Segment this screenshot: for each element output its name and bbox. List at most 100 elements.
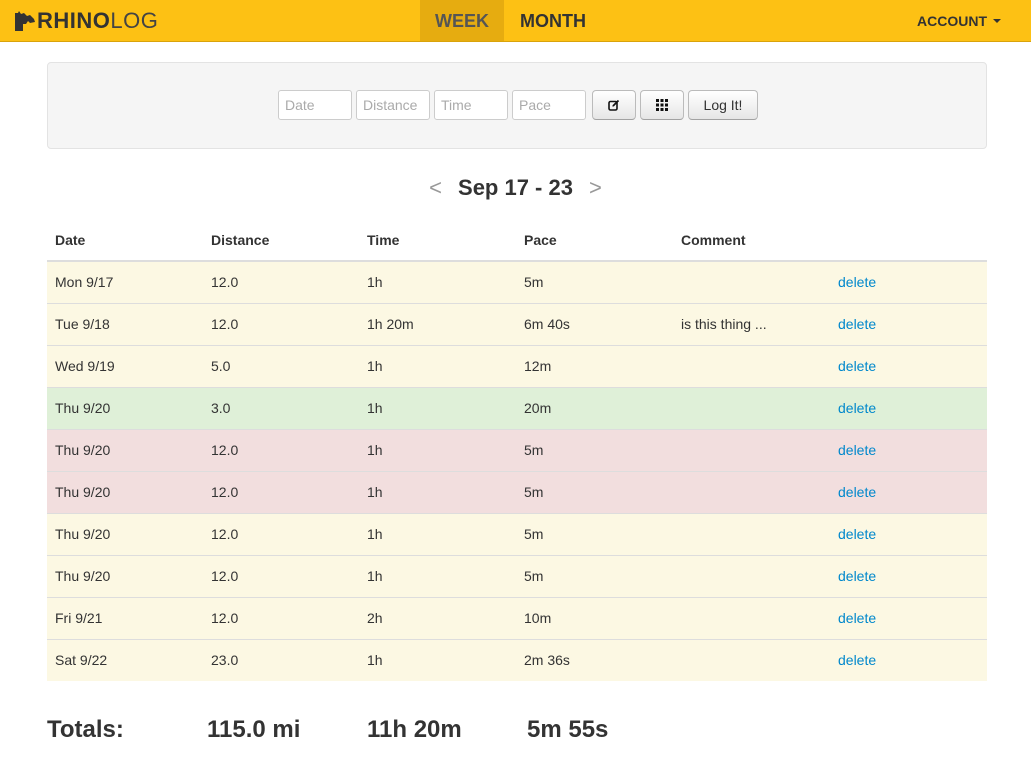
cell-pace: 20m — [516, 386, 673, 429]
cell-action: delete — [830, 302, 987, 345]
delete-link[interactable]: delete — [838, 316, 876, 332]
cell-action: delete — [830, 596, 987, 639]
delete-link[interactable]: delete — [838, 400, 876, 416]
table-row: Thu 9/20 12.0 1h 5m delete — [47, 554, 987, 597]
table-row: Wed 9/19 5.0 1h 12m delete — [47, 344, 987, 387]
tab-month[interactable]: MONTH — [504, 0, 602, 41]
cell-action: delete — [830, 428, 987, 471]
cell-action: delete — [830, 386, 987, 429]
tab-week[interactable]: WEEK — [420, 0, 504, 41]
cell-pace: 5m — [516, 554, 673, 597]
log-entry-well: Log It! — [47, 62, 987, 149]
header-comment: Comment — [673, 219, 830, 262]
total-time: 11h 20m — [367, 716, 462, 743]
grid-icon — [656, 99, 668, 111]
cell-action: delete — [830, 512, 987, 555]
cell-distance: 23.0 — [203, 638, 359, 681]
cell-pace: 2m 36s — [516, 638, 673, 681]
cell-date: Thu 9/20 — [47, 428, 203, 471]
cell-pace: 10m — [516, 596, 673, 639]
week-range-title: Sep 17 - 23 — [458, 175, 573, 200]
time-input[interactable] — [434, 90, 508, 120]
cell-date: Wed 9/19 — [47, 344, 203, 387]
edit-icon — [608, 99, 620, 111]
delete-link[interactable]: delete — [838, 484, 876, 500]
cell-comment — [673, 512, 830, 555]
cell-comment — [673, 638, 830, 681]
totals-row: Totals: 115.0 mi 11h 20m 5m 55s — [47, 712, 987, 752]
cell-comment — [673, 386, 830, 429]
cell-pace: 5m — [516, 512, 673, 555]
cell-action: delete — [830, 344, 987, 387]
cell-time: 1h — [359, 470, 516, 513]
date-input[interactable] — [278, 90, 352, 120]
run-log-table: Date Distance Time Pace Comment Mon 9/17… — [47, 219, 987, 681]
cell-comment — [673, 470, 830, 513]
cell-time: 1h — [359, 638, 516, 681]
header-distance: Distance — [203, 219, 359, 262]
top-navbar: RHINO LOG WEEK MONTH ACCOUNT — [0, 0, 1031, 42]
cell-comment: is this thing ... — [673, 302, 830, 345]
cell-pace: 5m — [516, 470, 673, 513]
next-week-button[interactable]: > — [577, 175, 614, 200]
cell-comment — [673, 344, 830, 387]
total-distance: 115.0 mi — [207, 716, 301, 743]
brand-name-light: LOG — [110, 8, 159, 33]
rhino-icon — [15, 11, 35, 31]
cell-pace: 12m — [516, 344, 673, 387]
delete-link[interactable]: delete — [838, 568, 876, 584]
cell-action: delete — [830, 470, 987, 513]
previous-week-button[interactable]: < — [417, 175, 454, 200]
calendar-grid-button[interactable] — [640, 90, 684, 120]
cell-time: 1h — [359, 386, 516, 429]
cell-pace: 5m — [516, 428, 673, 471]
account-label: ACCOUNT — [917, 13, 987, 29]
table-row: Fri 9/21 12.0 2h 10m delete — [47, 596, 987, 639]
comment-button[interactable] — [592, 90, 636, 120]
table-row: Thu 9/20 12.0 1h 5m delete — [47, 512, 987, 555]
cell-time: 2h — [359, 596, 516, 639]
delete-link[interactable]: delete — [838, 610, 876, 626]
cell-date: Thu 9/20 — [47, 470, 203, 513]
account-dropdown[interactable]: ACCOUNT — [917, 0, 1001, 41]
delete-link[interactable]: delete — [838, 652, 876, 668]
cell-date: Thu 9/20 — [47, 386, 203, 429]
table-header-row: Date Distance Time Pace Comment — [47, 219, 987, 262]
table-row: Thu 9/20 3.0 1h 20m delete — [47, 386, 987, 429]
cell-distance: 12.0 — [203, 512, 359, 555]
cell-time: 1h — [359, 260, 516, 303]
cell-action: delete — [830, 554, 987, 597]
delete-link[interactable]: delete — [838, 526, 876, 542]
cell-comment — [673, 554, 830, 597]
cell-time: 1h — [359, 554, 516, 597]
cell-action: delete — [830, 638, 987, 681]
caret-down-icon — [993, 19, 1001, 24]
log-entry-form: Log It! — [278, 90, 760, 120]
total-pace: 5m 55s — [527, 716, 609, 743]
cell-time: 1h 20m — [359, 302, 516, 345]
cell-date: Thu 9/20 — [47, 554, 203, 597]
cell-distance: 5.0 — [203, 344, 359, 387]
cell-distance: 12.0 — [203, 596, 359, 639]
cell-distance: 12.0 — [203, 302, 359, 345]
cell-time: 1h — [359, 428, 516, 471]
cell-comment — [673, 596, 830, 639]
table-row: Sat 9/22 23.0 1h 2m 36s delete — [47, 638, 987, 681]
delete-link[interactable]: delete — [838, 274, 876, 290]
delete-link[interactable]: delete — [838, 358, 876, 374]
delete-link[interactable]: delete — [838, 442, 876, 458]
cell-pace: 6m 40s — [516, 302, 673, 345]
cell-pace: 5m — [516, 260, 673, 303]
cell-distance: 3.0 — [203, 386, 359, 429]
distance-input[interactable] — [356, 90, 430, 120]
cell-date: Sat 9/22 — [47, 638, 203, 681]
cell-comment — [673, 260, 830, 303]
pace-input[interactable] — [512, 90, 586, 120]
brand-logo-link[interactable]: RHINO LOG — [14, 8, 158, 34]
log-it-button[interactable]: Log It! — [688, 90, 758, 120]
week-navigation: < Sep 17 - 23 > — [0, 175, 1031, 205]
table-row: Thu 9/20 12.0 1h 5m delete — [47, 428, 987, 471]
cell-time: 1h — [359, 344, 516, 387]
cell-distance: 12.0 — [203, 470, 359, 513]
cell-date: Tue 9/18 — [47, 302, 203, 345]
